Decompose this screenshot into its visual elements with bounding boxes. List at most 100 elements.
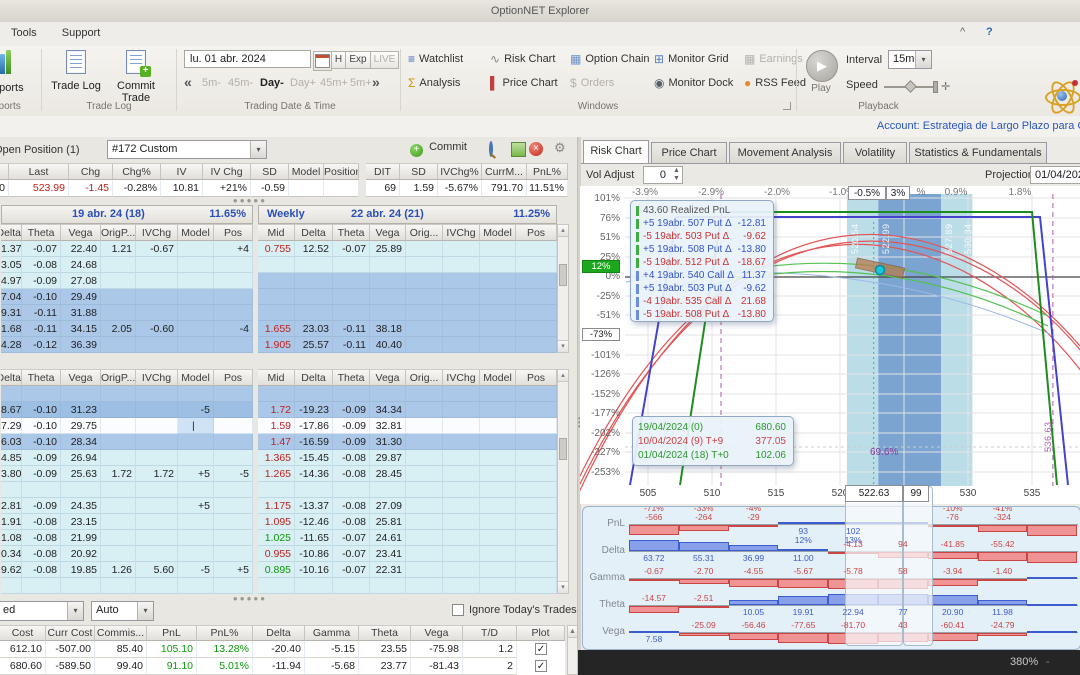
datetime-group-label: Trading Date & Time	[244, 101, 336, 112]
auto-select[interactable]: Auto ▾	[91, 601, 154, 621]
expiry-scrollbar[interactable]: ▴ ▾	[557, 369, 569, 594]
menu-support[interactable]: Support	[51, 22, 112, 39]
speed-slider-handle[interactable]	[904, 80, 917, 93]
calendar-button[interactable]	[313, 51, 332, 71]
h-button[interactable]: H	[331, 51, 346, 69]
option-cell: 4.28	[1, 337, 22, 353]
export-grid-icon[interactable]	[511, 142, 526, 157]
greek-value-label: 94	[898, 539, 908, 549]
option-cell	[516, 530, 557, 546]
menu-tools[interactable]: Tools	[0, 22, 48, 39]
projection-label: Projection	[985, 169, 1034, 181]
column-header: Theta	[333, 369, 370, 386]
option-cell	[443, 578, 480, 594]
windows-monitor-grid-button[interactable]: ⊞ Monitor Grid	[654, 52, 729, 66]
greek-row-label: Theta	[599, 599, 625, 610]
option-cell	[101, 289, 136, 305]
greek-value-label: -33% -264	[693, 506, 714, 522]
ribbon-collapse-icon[interactable]: ^	[960, 26, 965, 38]
commit-trade-button[interactable]: + Commit Trade	[104, 50, 168, 104]
interval-select[interactable]: 15m ▾	[888, 50, 932, 69]
option-cell	[480, 450, 516, 466]
date-next-button[interactable]: »	[372, 74, 380, 90]
scroll-down-icon[interactable]: ▾	[558, 581, 568, 593]
earnings-icon: ▦	[744, 52, 756, 66]
play-icon: ▶	[806, 50, 838, 82]
summary-header	[0, 163, 9, 180]
tab-price-chart[interactable]: Price Chart	[651, 142, 727, 163]
column-header: Vega	[370, 224, 406, 241]
option-cell	[443, 498, 480, 514]
position-selector[interactable]: #172 Custom ▾	[107, 140, 267, 159]
band-edge-label: 520.54	[850, 223, 860, 254]
option-cell: 34.34	[370, 402, 406, 418]
trade-log-button[interactable]: Trade Log	[50, 50, 102, 92]
y-axis-label: -253%	[591, 467, 620, 478]
windows-option-chain-button[interactable]: ▦ Option Chain	[570, 52, 650, 66]
reports-button[interactable]: eports	[0, 82, 31, 94]
date-legend: 19/04/2024 (0) 680.60 10/04/2024 (9) T+9 37…	[632, 416, 794, 466]
option-cell	[516, 434, 557, 450]
help-icon[interactable]: ?	[986, 26, 993, 38]
summary-value: -0.59	[251, 180, 289, 197]
option-cell	[214, 450, 253, 466]
plot-checkbox[interactable]: ✓	[535, 643, 547, 655]
windows-group-label: Windows	[577, 101, 619, 112]
windows-watchlist-button[interactable]: ≡ Watchlist	[408, 52, 463, 66]
date-nav-Day-[interactable]: Day-	[260, 77, 284, 89]
column-header: Delta	[295, 369, 333, 386]
option-cell: 12.52	[295, 241, 333, 257]
trade-filter-select[interactable]: ed ▾	[0, 601, 84, 621]
tab-risk-chart[interactable]: Risk Chart	[583, 140, 649, 163]
greek-bar	[678, 542, 729, 551]
trades-header: Cost	[0, 625, 46, 641]
option-cell	[214, 434, 253, 450]
greek-bar	[1027, 525, 1078, 536]
trading-date-input[interactable]: lu. 01 abr. 2024	[184, 50, 311, 68]
gear-icon[interactable]: ⚙	[554, 140, 566, 156]
windows-analysis-button[interactable]: Σ Analysis	[408, 76, 460, 90]
greek-bar	[977, 525, 1028, 532]
option-cell: 1.72	[136, 466, 178, 482]
option-cell: -0.09	[22, 273, 61, 289]
option-cell	[136, 434, 178, 450]
option-cell: 1.175	[258, 498, 295, 514]
greek-bar	[629, 606, 679, 613]
windows-price-chart-button[interactable]: ▌ Price Chart	[490, 76, 558, 90]
greek-bar	[778, 522, 829, 524]
scroll-up-icon[interactable]: ▴	[558, 370, 568, 382]
option-cell	[443, 289, 480, 305]
risk-chart[interactable]: -3.9% -2.9% -2.0% -1.0% 0.9% 1.8% -0.5% 3%% 101%…	[580, 186, 1080, 504]
search-icon[interactable]	[489, 141, 496, 159]
close-position-icon[interactable]: ×	[529, 142, 543, 156]
scroll-up-icon[interactable]: ▴	[558, 225, 568, 237]
splitter-handle[interactable]: ●●●●●	[230, 196, 270, 205]
reports-icon[interactable]	[0, 50, 14, 74]
option-cell: -0.08	[22, 257, 61, 273]
scroll-thumb[interactable]	[559, 264, 567, 286]
spinner-arrows-icon[interactable]: ▲ ▼	[673, 167, 680, 183]
exp-button[interactable]: Exp	[345, 51, 371, 69]
tab-volatility[interactable]: Volatility	[843, 142, 907, 163]
expiry-scrollbar[interactable]: ▴ ▾	[557, 224, 569, 353]
projection-date-input[interactable]: 01/04/202	[1030, 166, 1080, 184]
y-axis-label: -152%	[591, 389, 620, 400]
play-button[interactable]: ▶ Play	[806, 50, 838, 95]
date-prev-button[interactable]: «	[184, 74, 192, 90]
greek-value-label: 11.00	[792, 553, 814, 563]
windows-risk-chart-button[interactable]: ∿ Risk Chart	[490, 52, 555, 66]
option-cell	[443, 402, 480, 418]
plot-checkbox[interactable]: ✓	[535, 660, 547, 672]
commit-button[interactable]: + Commit	[410, 141, 467, 157]
option-cell: 36.39	[61, 337, 101, 353]
scroll-thumb[interactable]	[559, 438, 567, 460]
option-cell	[178, 546, 214, 562]
scroll-down-icon[interactable]: ▾	[558, 340, 568, 352]
windows-monitor-dock-button[interactable]: ◉ Monitor Dock	[654, 76, 733, 90]
tab-movement-analysis[interactable]: Movement Analysis	[729, 142, 841, 163]
windows-dialog-launcher-icon[interactable]	[783, 102, 791, 110]
splitter-handle[interactable]: ●●●●●	[230, 594, 270, 603]
tab-statistics-fundamentals[interactable]: Statistics & Fundamentals	[909, 142, 1047, 163]
speed-plus-icon[interactable]: ✛	[941, 80, 950, 93]
ignore-trades-checkbox[interactable]	[452, 604, 464, 616]
